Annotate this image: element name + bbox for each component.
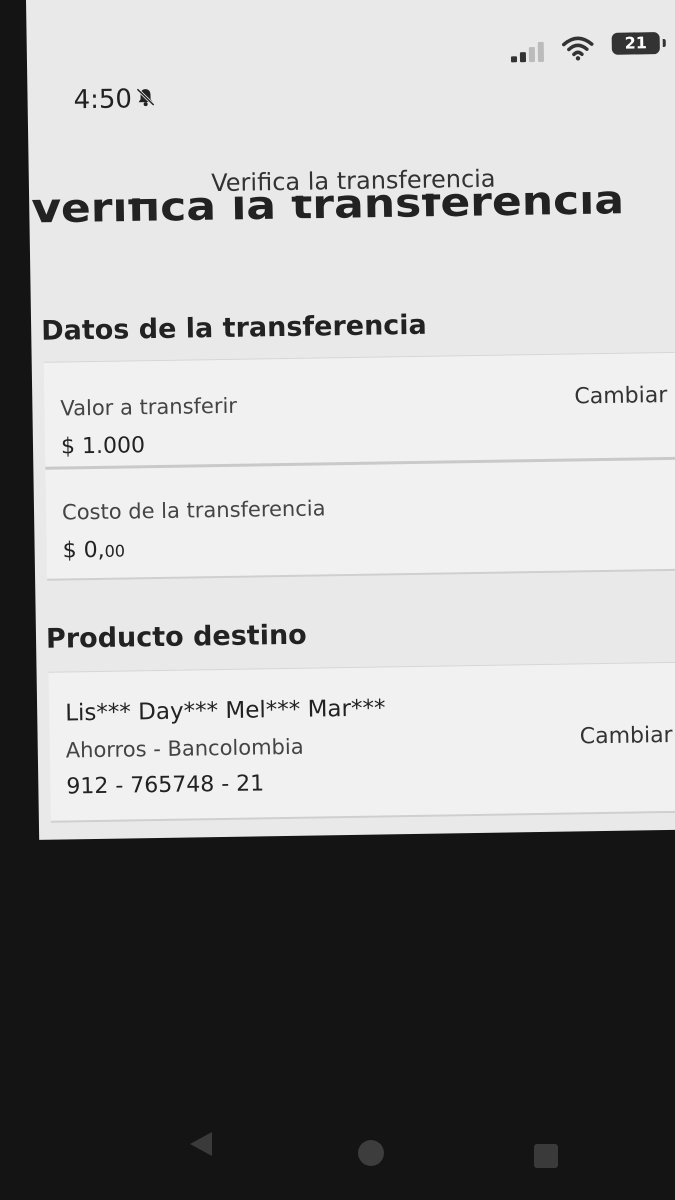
wifi-icon xyxy=(562,35,594,65)
signal-icon xyxy=(510,41,545,63)
home-icon[interactable] xyxy=(358,1140,384,1166)
row-divider xyxy=(45,456,675,470)
transfer-details-card: Valor a transferir $ 1.000 Cambiar Costo… xyxy=(43,351,675,581)
transfer-section-title: Datos de la transferencia xyxy=(40,309,427,347)
app-screen: 4:50 21 Verifica la transferencia Verifi… xyxy=(26,0,675,840)
destination-card: Lis*** Day*** Mel*** Mar*** Ahorros - Ba… xyxy=(48,661,675,823)
cost-value: $ 0,00 xyxy=(62,538,125,564)
battery-level: 21 xyxy=(624,33,648,53)
time-text: 4:50 xyxy=(73,84,133,116)
recent-apps-icon[interactable] xyxy=(534,1144,558,1168)
change-amount-button[interactable]: Cambiar xyxy=(574,383,667,409)
cost-value-cents: 00 xyxy=(104,541,126,561)
cost-label: Costo de la transferencia xyxy=(61,496,326,525)
account-number: 912 - 765748 - 21 xyxy=(66,771,265,800)
destination-section-title: Producto destino xyxy=(45,619,307,655)
account-holder-name: Lis*** Day*** Mel*** Mar*** xyxy=(65,695,386,727)
battery-icon: 21 xyxy=(611,32,660,55)
change-destination-button[interactable]: Cambiar xyxy=(580,723,673,749)
account-type: Ahorros - Bancolombia xyxy=(65,734,304,763)
amount-value: $ 1.000 xyxy=(60,433,146,460)
bell-slash-icon xyxy=(136,86,156,111)
cost-value-main: $ 0, xyxy=(62,537,105,564)
back-icon[interactable] xyxy=(190,1132,212,1156)
status-bar: 4:50 21 xyxy=(26,0,675,130)
amount-label: Valor a transferir xyxy=(60,393,238,421)
status-time: 4:50 xyxy=(73,84,156,115)
phone-photo: 4:50 21 Verifica la transferencia Verifi… xyxy=(0,0,675,1200)
system-nav-bar xyxy=(0,1110,675,1170)
